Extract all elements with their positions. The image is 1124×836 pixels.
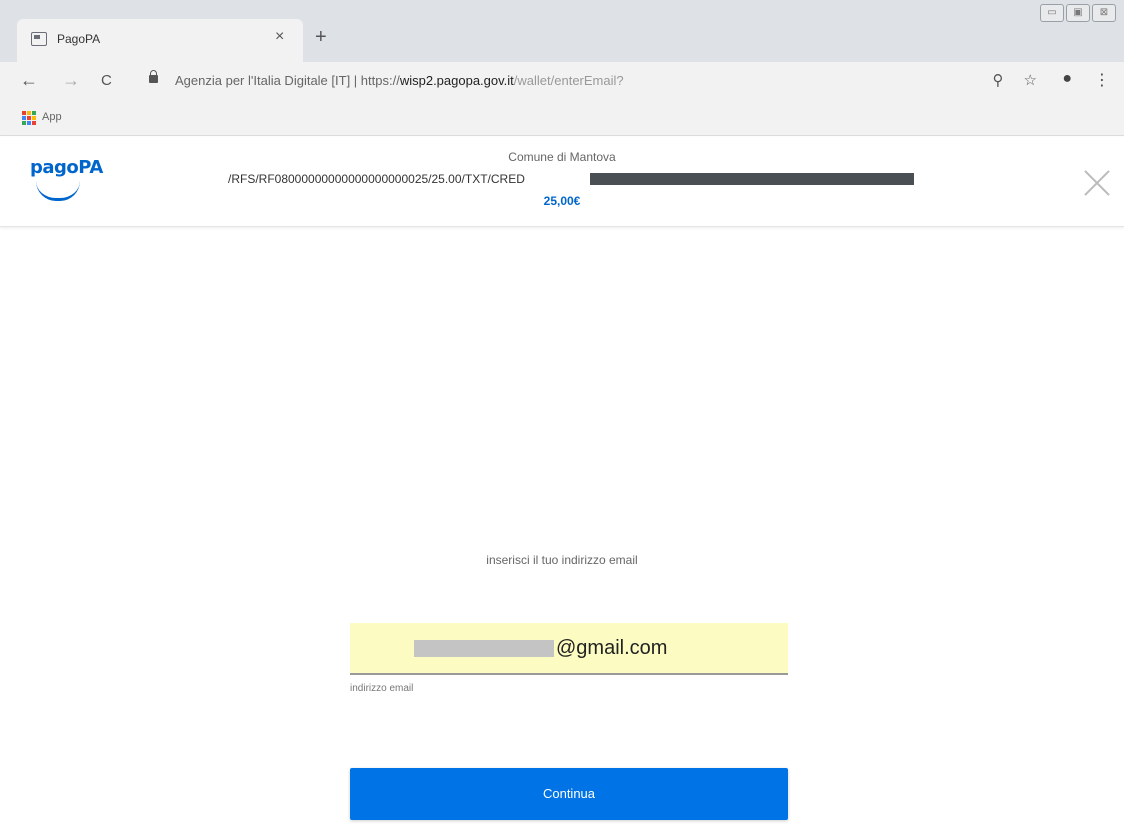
- account-icon[interactable]: ●: [1062, 70, 1072, 90]
- redacted-bar: [590, 173, 914, 185]
- apps-icon[interactable]: [22, 111, 36, 125]
- tab-title: PagoPA: [57, 32, 101, 46]
- new-tab-button[interactable]: +: [315, 26, 327, 49]
- tab-close-icon[interactable]: ×: [275, 28, 284, 46]
- payment-amount: 25,00€: [543, 194, 581, 208]
- maximize-button[interactable]: ▣: [1066, 4, 1090, 22]
- merchant-name: Comune di Mantova: [508, 150, 616, 164]
- browser-toolbar: ← → C Agenzia per l'Italia Digitale [IT]…: [0, 62, 1124, 100]
- search-icon[interactable]: ⚲: [993, 71, 1004, 89]
- security-label: Agenzia per l'Italia Digitale [IT]: [175, 73, 351, 88]
- browser-tabstrip: PagoPA × + ▭ ▣ ⊠: [0, 0, 1124, 62]
- browser-tab[interactable]: PagoPA ×: [17, 19, 303, 62]
- url-scheme: https://: [360, 73, 400, 88]
- minimize-button[interactable]: ▭: [1040, 4, 1064, 22]
- url-host: wisp2.pagopa.gov.it: [399, 73, 514, 88]
- email-field-label: indirizzo email: [350, 683, 414, 694]
- email-input[interactable]: @gmail.com: [350, 623, 788, 675]
- star-icon[interactable]: ☆: [1024, 71, 1037, 89]
- forward-button[interactable]: →: [62, 70, 80, 91]
- url-text[interactable]: Agenzia per l'Italia Digitale [IT] | htt…: [175, 73, 624, 88]
- url-separator: |: [350, 73, 361, 88]
- redacted-email-local-part: [414, 640, 554, 657]
- back-button[interactable]: ←: [20, 70, 38, 91]
- payment-causale: /RFS/RF08000000000000000000025/25.00/TXT…: [228, 172, 525, 186]
- close-window-button[interactable]: ⊠: [1092, 4, 1116, 22]
- favicon-icon: [31, 32, 47, 46]
- close-icon[interactable]: [1083, 169, 1111, 197]
- lock-icon[interactable]: [149, 70, 158, 83]
- reload-button[interactable]: C: [101, 72, 112, 89]
- email-value: @gmail.com: [556, 637, 668, 659]
- bookmarks-bar: App: [0, 100, 1124, 136]
- payment-header: pagoPA Comune di Mantova /RFS/RF08000000…: [0, 137, 1124, 227]
- menu-icon[interactable]: ⋮: [1094, 70, 1110, 90]
- email-prompt: inserisci il tuo indirizzo email: [486, 553, 638, 567]
- continue-button[interactable]: Continua: [350, 768, 788, 820]
- address-bar[interactable]: Agenzia per l'Italia Digitale [IT] | htt…: [137, 65, 1047, 97]
- url-path: /wallet/enterEmail?: [513, 73, 624, 88]
- apps-bookmark[interactable]: App: [42, 111, 62, 123]
- window-controls: ▭ ▣ ⊠: [1040, 4, 1116, 22]
